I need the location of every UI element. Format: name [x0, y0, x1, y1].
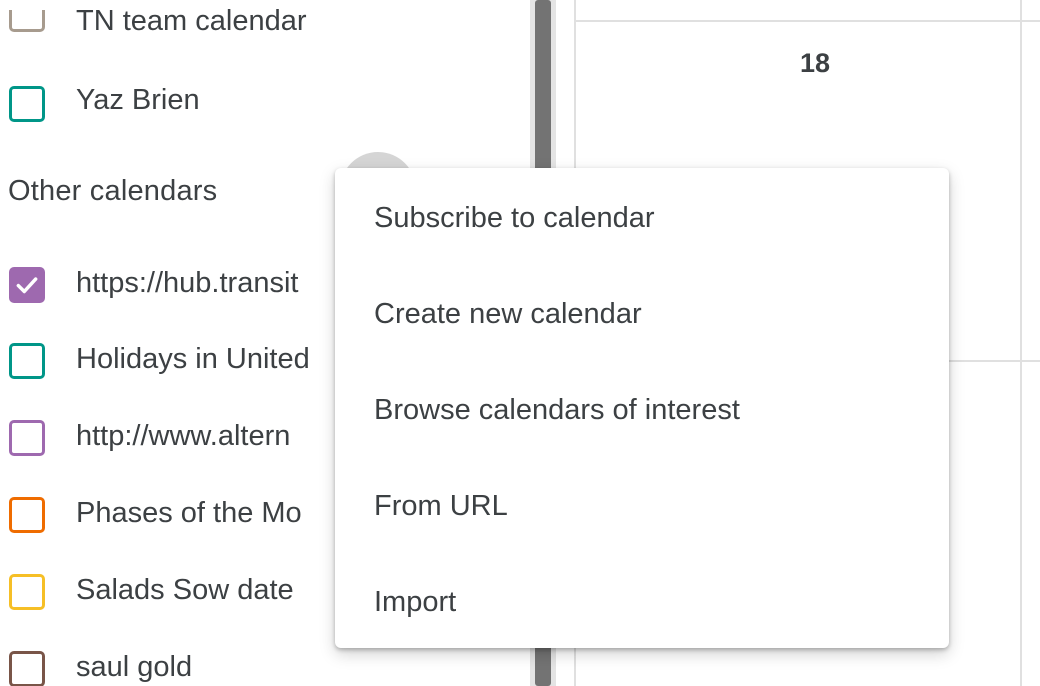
calendar-checkbox[interactable] — [9, 10, 45, 32]
calendar-label: https://hub.transit — [76, 267, 299, 299]
calendar-app: TN team calendar Yaz Brien Other calenda… — [0, 0, 1040, 686]
calendar-label: Yaz Brien — [76, 84, 200, 116]
calendar-label: TN team calendar — [76, 5, 307, 37]
other-calendars-heading: Other calendars — [8, 175, 218, 207]
calendar-checkbox[interactable] — [9, 574, 45, 610]
grid-divider — [1020, 0, 1022, 686]
grid-divider — [576, 20, 1040, 22]
calendar-label: saul gold — [76, 651, 193, 683]
day-number[interactable]: 18 — [800, 48, 840, 79]
calendar-checkbox[interactable] — [9, 497, 45, 533]
calendar-label: Salads Sow date — [76, 574, 294, 606]
checkmark-icon — [16, 277, 38, 294]
menu-item-browse[interactable]: Browse calendars of interest — [335, 362, 949, 458]
calendar-item-yaz-brien[interactable]: Yaz Brien — [0, 80, 530, 122]
calendar-checkbox[interactable] — [9, 343, 45, 379]
calendar-checkbox[interactable] — [9, 651, 45, 686]
calendar-label: Phases of the Mo — [76, 497, 302, 529]
calendar-item-saul-gold[interactable]: saul gold — [0, 647, 530, 686]
calendar-checkbox[interactable] — [9, 86, 45, 122]
calendar-label: Holidays in United — [76, 343, 310, 375]
add-calendar-menu: Subscribe to calendar Create new calenda… — [335, 168, 949, 648]
menu-item-import[interactable]: Import — [335, 554, 949, 650]
menu-item-from-url[interactable]: From URL — [335, 458, 949, 554]
calendar-checkbox[interactable] — [9, 420, 45, 456]
menu-item-create-new[interactable]: Create new calendar — [335, 266, 949, 362]
calendar-checkbox[interactable] — [9, 267, 45, 303]
calendar-label: http://www.altern — [76, 420, 291, 452]
calendar-item-tn-team[interactable]: TN team calendar — [0, 2, 530, 42]
menu-item-subscribe[interactable]: Subscribe to calendar — [335, 170, 949, 266]
